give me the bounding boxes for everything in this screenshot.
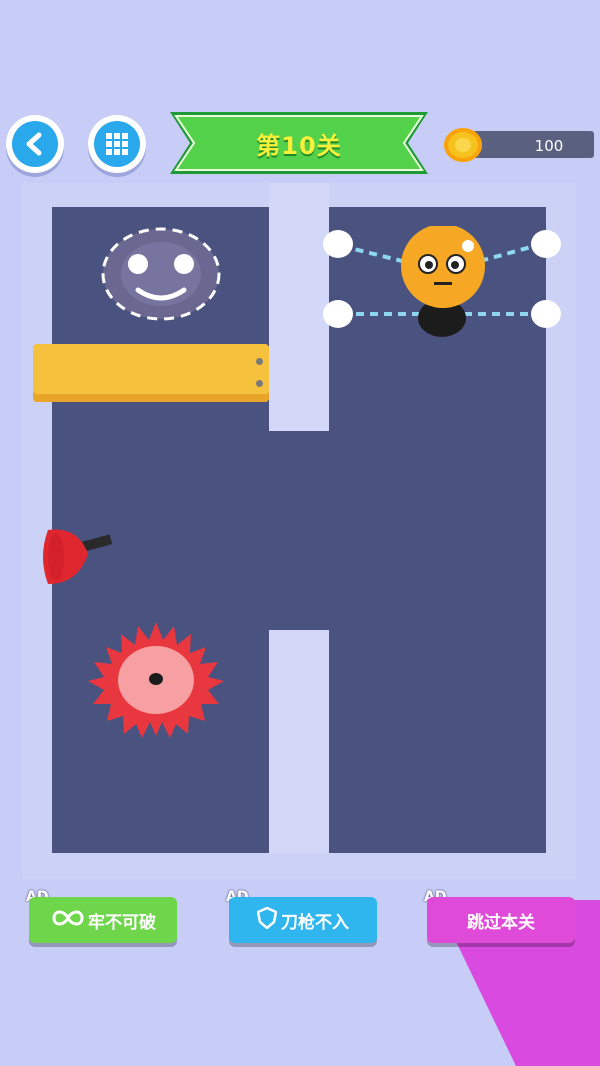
upper-divider-wall [269, 183, 329, 431]
bottom-wall [22, 853, 576, 879]
red-plunger [38, 526, 118, 588]
skip-level-label: 跳过本关 [467, 912, 535, 933]
menu-button[interactable] [88, 115, 146, 173]
level-title: 第10关 [256, 132, 342, 160]
orange-ball-character [322, 224, 562, 338]
yellow-bar[interactable] [33, 344, 269, 402]
skip-level-button[interactable]: AD 跳过本关 [424, 889, 576, 947]
lower-divider-wall [269, 630, 329, 853]
infinity-icon [50, 908, 86, 933]
coin-icon [444, 128, 482, 162]
ghost-target [100, 226, 222, 322]
invincible-button[interactable]: AD 刀枪不入 [226, 889, 378, 947]
invincible-label: 刀枪不入 [281, 912, 349, 933]
saw-blade [86, 620, 226, 738]
shield-icon [256, 906, 278, 934]
chevron-left-icon [12, 121, 58, 167]
coin-counter: 100 [444, 128, 594, 162]
level-banner: 第10关 [170, 110, 428, 176]
coin-count: 100 [534, 137, 564, 155]
back-button[interactable] [6, 115, 64, 173]
unbreakable-label: 牢不可破 [88, 912, 156, 933]
grid-icon [94, 121, 140, 167]
unbreakable-button[interactable]: AD 牢不可破 [26, 889, 178, 947]
